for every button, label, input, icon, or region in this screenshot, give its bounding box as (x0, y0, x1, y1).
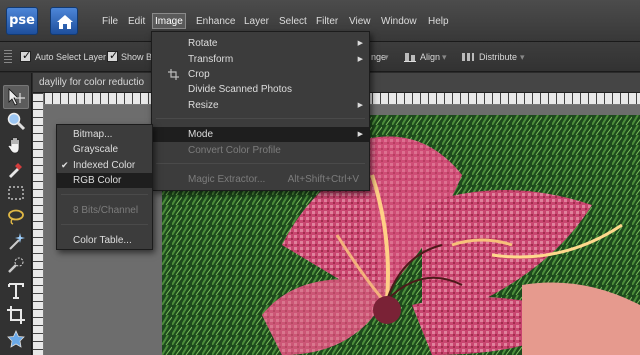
menu-separator (156, 118, 365, 119)
move-tool-icon (8, 88, 25, 106)
menu-item-indexed-label: Indexed Color (73, 160, 136, 171)
menu-item-resize[interactable]: Resize ▶ (152, 98, 369, 113)
menu-item-convert-label: Convert Color Profile (188, 145, 281, 156)
menu-item-rgb-label: RGB Color (73, 175, 122, 186)
marquee-tool-icon (8, 186, 24, 200)
menu-item-crop[interactable]: Crop (152, 67, 369, 82)
auto-select-layer-label: Auto Select Layer (35, 52, 107, 62)
menu-item-transform-label: Transform (188, 54, 234, 65)
toolbox (0, 73, 32, 355)
eyedropper-tool-icon (9, 163, 22, 178)
marquee-tool[interactable] (3, 181, 29, 205)
cookie-cutter-tool-icon (7, 330, 25, 348)
lasso-tool-icon (8, 209, 24, 225)
submenu-arrow-icon: ▶ (357, 40, 363, 47)
hand-tool-icon (7, 137, 20, 154)
type-tool[interactable] (3, 279, 29, 303)
app-logo: pse (6, 7, 38, 35)
menu-help[interactable]: Help (426, 14, 451, 30)
menu-filter[interactable]: Filter (314, 14, 340, 30)
distribute-dropdown-icon[interactable]: ▾ (520, 51, 525, 63)
menu-item-transform[interactable]: Transform ▶ (152, 52, 369, 67)
menu-item-convert-color-profile: Convert Color Profile (152, 143, 369, 158)
arrange-dropdown-icon[interactable]: ▾ (384, 51, 389, 63)
menu-item-indexed-color[interactable]: ✔ Indexed Color (57, 158, 152, 173)
menu-layer[interactable]: Layer (242, 14, 271, 30)
eyedropper-tool[interactable] (3, 157, 29, 181)
menu-item-divide-scanned-photos[interactable]: Divide Scanned Photos (152, 82, 369, 97)
checkmark-icon: ✔ (61, 160, 69, 170)
menu-item-crop-label: Crop (188, 69, 210, 80)
menu-image[interactable]: Image (152, 13, 186, 29)
type-tool-icon (8, 283, 24, 299)
mode-submenu: Bitmap... Grayscale ✔ Indexed Color RGB … (56, 124, 153, 250)
menu-item-mode[interactable]: Mode ▶ (152, 127, 369, 142)
home-icon (57, 15, 73, 29)
crop-tool[interactable] (3, 303, 29, 327)
hand-tool[interactable] (3, 133, 29, 157)
quick-selection-tool-icon (8, 257, 24, 273)
distribute-label[interactable]: Distribute (479, 51, 517, 63)
menu-select[interactable]: Select (277, 14, 309, 30)
menu-item-bitmap[interactable]: Bitmap... (57, 127, 152, 142)
show-bounding-box-checkbox[interactable] (107, 49, 118, 62)
menu-item-8-bits-channel: 8 Bits/Channel (57, 203, 152, 218)
crop-tool-icon (7, 306, 25, 324)
menu-item-grayscale-label: Grayscale (73, 144, 119, 155)
align-label[interactable]: Align (420, 51, 440, 63)
zoom-tool-icon (7, 112, 26, 131)
zoom-tool[interactable] (3, 109, 29, 133)
menu-item-rgb-color[interactable]: RGB Color (57, 173, 152, 188)
menu-item-divide-label: Divide Scanned Photos (188, 84, 292, 95)
document-title: daylily for color reductio (39, 77, 145, 88)
image-menu: Rotate ▶ Transform ▶ Crop Divide Scanned… (151, 31, 370, 191)
submenu-arrow-icon: ▶ (357, 102, 363, 109)
auto-select-layer-checkbox[interactable] (20, 49, 31, 62)
submenu-arrow-icon: ▶ (357, 131, 363, 138)
menu-item-bitmap-label: Bitmap... (73, 129, 113, 140)
menu-item-mode-label: Mode (188, 129, 214, 140)
menu-separator (61, 194, 148, 195)
align-dropdown-icon[interactable]: ▾ (442, 51, 447, 63)
menu-item-magic-extractor: Magic Extractor... Alt+Shift+Ctrl+V (152, 172, 369, 187)
menu-item-color-table[interactable]: Color Table... (57, 233, 152, 248)
menu-enhance[interactable]: Enhance (194, 14, 237, 30)
menu-separator (61, 224, 148, 225)
move-tool[interactable] (3, 85, 29, 109)
quick-selection-tool[interactable] (3, 253, 29, 277)
menu-item-rotate-label: Rotate (188, 38, 218, 49)
menu-item-resize-label: Resize (188, 100, 219, 111)
menu-separator (156, 163, 365, 164)
home-button[interactable] (50, 7, 78, 35)
menu-file[interactable]: File (100, 14, 120, 30)
menu-item-grayscale[interactable]: Grayscale (57, 142, 152, 157)
submenu-arrow-icon: ▶ (357, 56, 363, 63)
magic-wand-tool-icon (9, 233, 25, 250)
align-icon (404, 53, 416, 62)
distribute-icon (462, 53, 474, 61)
menu-item-color-table-label: Color Table... (73, 235, 132, 246)
lasso-tool[interactable] (3, 205, 29, 229)
menu-item-rotate[interactable]: Rotate ▶ (152, 36, 369, 51)
menu-window[interactable]: Window (379, 14, 419, 30)
menu-item-magic-extractor-label: Magic Extractor... (188, 174, 266, 185)
menu-item-shortcut: Alt+Shift+Ctrl+V (287, 174, 359, 185)
options-bar-grip[interactable] (4, 50, 12, 64)
menu-view[interactable]: View (347, 14, 373, 30)
vertical-ruler (33, 93, 44, 355)
magic-wand-tool[interactable] (3, 229, 29, 253)
crop-icon (168, 69, 179, 80)
menu-edit[interactable]: Edit (126, 14, 147, 30)
cookie-cutter-tool[interactable] (3, 327, 29, 351)
menu-item-8bits-label: 8 Bits/Channel (73, 205, 139, 216)
